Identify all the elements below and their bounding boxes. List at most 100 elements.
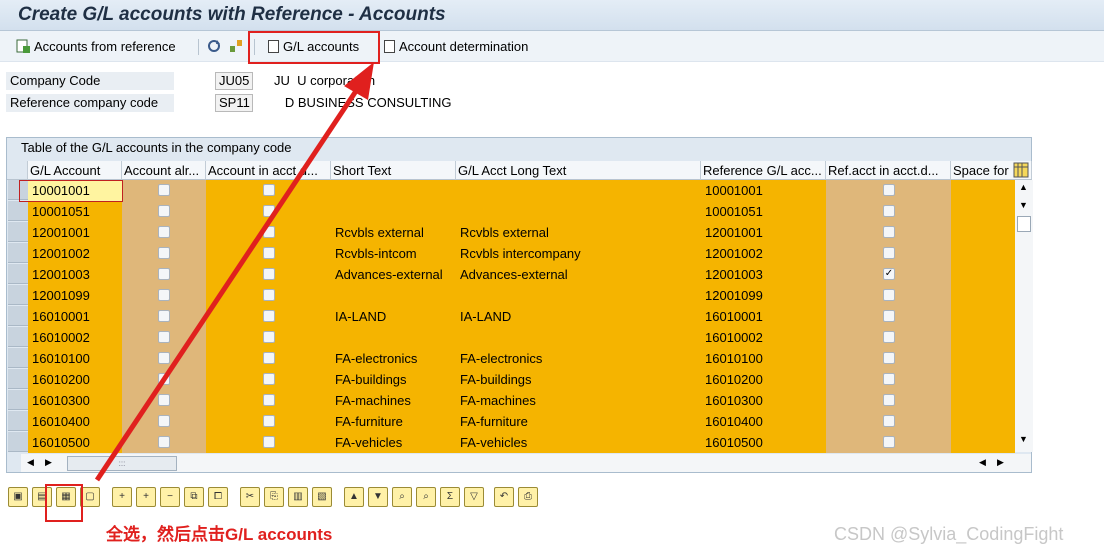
cell-account[interactable]: 12001001 <box>28 222 122 243</box>
column-header-account-in-acct-det[interactable]: Account in acct d... <box>206 161 331 180</box>
find-icon[interactable]: ⌕ <box>392 487 412 507</box>
scroll-down-arrow-icon[interactable]: ▼ <box>1019 200 1028 210</box>
cell-space[interactable] <box>951 348 1015 369</box>
checkbox[interactable] <box>158 268 170 280</box>
cell-ref[interactable]: 16010300 <box>701 390 826 411</box>
cell-space[interactable] <box>951 411 1015 432</box>
scroll-down-arrow-icon[interactable]: ▼ <box>1019 434 1028 444</box>
checkbox[interactable] <box>883 373 895 385</box>
checkbox[interactable] <box>263 289 275 301</box>
cell-ref[interactable]: 16010500 <box>701 432 826 453</box>
cell-long[interactable]: FA-buildings <box>456 369 701 390</box>
checkbox[interactable] <box>158 331 170 343</box>
row-selector[interactable] <box>8 222 28 242</box>
table-row[interactable]: 16010200 FA-buildings FA-buildings 16010200 <box>7 369 1015 390</box>
checkbox[interactable] <box>263 373 275 385</box>
cell-already[interactable] <box>122 201 206 222</box>
table-row[interactable]: 12001001 Rcvbls external Rcvbls external 12… <box>7 222 1015 243</box>
cell-account[interactable]: 16010001 <box>28 306 122 327</box>
checkbox[interactable] <box>158 436 170 448</box>
checkbox[interactable] <box>263 352 275 364</box>
checkbox[interactable] <box>883 436 895 448</box>
cell-ref[interactable]: 12001002 <box>701 243 826 264</box>
cell-account[interactable]: 16010300 <box>28 390 122 411</box>
row-selector[interactable] <box>8 390 28 410</box>
scroll-right-arrow-icon[interactable]: ▶ <box>45 457 52 468</box>
column-header-reference-gl-account[interactable]: Reference G/L acc... <box>701 161 826 180</box>
checkbox[interactable] <box>158 394 170 406</box>
cell-already[interactable] <box>122 348 206 369</box>
row-selector[interactable] <box>8 243 28 263</box>
cell-ref[interactable]: 16010400 <box>701 411 826 432</box>
checkbox[interactable] <box>263 436 275 448</box>
table-row[interactable]: 16010300 FA-machines FA-machines 16010300 <box>7 390 1015 411</box>
cell-in-acct-det[interactable] <box>206 306 331 327</box>
select-all-corner[interactable] <box>7 161 28 180</box>
cell-already[interactable] <box>122 306 206 327</box>
cell-in-acct-det[interactable] <box>206 285 331 306</box>
scroll-thumb[interactable] <box>1017 216 1031 232</box>
duplicate-icon[interactable]: ⧠ <box>208 487 228 507</box>
scroll-left-arrow-icon[interactable]: ◀ <box>27 457 34 468</box>
table-row[interactable]: 12001002 Rcvbls-intcom Rcvbls intercompany… <box>7 243 1015 264</box>
checkbox[interactable] <box>883 289 895 301</box>
cell-account[interactable]: 16010500 <box>28 432 122 453</box>
row-selector[interactable] <box>8 348 28 368</box>
cell-ref-in-det[interactable] <box>826 201 951 222</box>
cell-ref-in-det[interactable] <box>826 222 951 243</box>
cell-already[interactable] <box>122 243 206 264</box>
sort-ascending-icon[interactable]: ▲ <box>344 487 364 507</box>
cell-long[interactable]: FA-furniture <box>456 411 701 432</box>
cell-ref-in-det[interactable] <box>826 348 951 369</box>
cell-long[interactable] <box>456 285 701 306</box>
cell-account[interactable]: 16010100 <box>28 348 122 369</box>
checkbox[interactable]: ✓ <box>883 268 895 280</box>
table-row[interactable]: 16010002 16010002 <box>7 327 1015 348</box>
checkbox[interactable] <box>883 352 895 364</box>
cell-already[interactable] <box>122 432 206 453</box>
row-selector[interactable] <box>8 327 28 347</box>
cell-long[interactable]: FA-vehicles <box>456 432 701 453</box>
checkbox[interactable] <box>158 226 170 238</box>
cell-in-acct-det[interactable] <box>206 390 331 411</box>
cell-short[interactable]: Rcvbls external <box>331 222 456 243</box>
column-header-gl-account[interactable]: G/L Account <box>28 161 122 180</box>
checkbox[interactable] <box>883 331 895 343</box>
append-row-icon[interactable]: + <box>112 487 132 507</box>
table-row[interactable]: 12001099 12001099 <box>7 285 1015 306</box>
checkbox[interactable] <box>883 415 895 427</box>
checkbox[interactable] <box>158 373 170 385</box>
reference-company-code-field[interactable]: SP11 <box>215 94 253 112</box>
cell-already[interactable] <box>122 285 206 306</box>
scroll-up-arrow-icon[interactable]: ▲ <box>1019 182 1028 192</box>
filter-icon[interactable]: ▽ <box>464 487 484 507</box>
checkbox[interactable] <box>263 268 275 280</box>
cell-already[interactable] <box>122 222 206 243</box>
cell-short[interactable]: IA-LAND <box>331 306 456 327</box>
cut-icon[interactable]: ✂ <box>240 487 260 507</box>
cell-short[interactable]: Rcvbls-intcom <box>331 243 456 264</box>
row-selector[interactable] <box>8 432 28 452</box>
cell-short[interactable]: Advances-external <box>331 264 456 285</box>
cell-space[interactable] <box>951 243 1015 264</box>
checkbox[interactable] <box>158 310 170 322</box>
cell-ref[interactable]: 10001051 <box>701 201 826 222</box>
row-selector[interactable] <box>8 411 28 431</box>
vertical-scrollbar[interactable]: ▲ ▼ ▼ <box>1015 180 1033 452</box>
checkbox[interactable] <box>158 352 170 364</box>
checkbox[interactable] <box>158 289 170 301</box>
refresh-button[interactable] <box>207 37 225 55</box>
checkbox[interactable] <box>263 205 275 217</box>
accounts-from-reference-button[interactable]: Accounts from reference <box>16 37 176 55</box>
cell-account[interactable]: 12001099 <box>28 285 122 306</box>
checkbox[interactable] <box>883 184 895 196</box>
delete-row-icon[interactable]: − <box>160 487 180 507</box>
copy-icon[interactable]: ⎘ <box>264 487 284 507</box>
column-header-account-already[interactable]: Account alr... <box>122 161 206 180</box>
cell-long[interactable] <box>456 201 701 222</box>
cell-long[interactable]: FA-electronics <box>456 348 701 369</box>
checkbox[interactable] <box>883 394 895 406</box>
cell-ref[interactable]: 12001099 <box>701 285 826 306</box>
cell-already[interactable] <box>122 327 206 348</box>
checkbox[interactable] <box>263 331 275 343</box>
